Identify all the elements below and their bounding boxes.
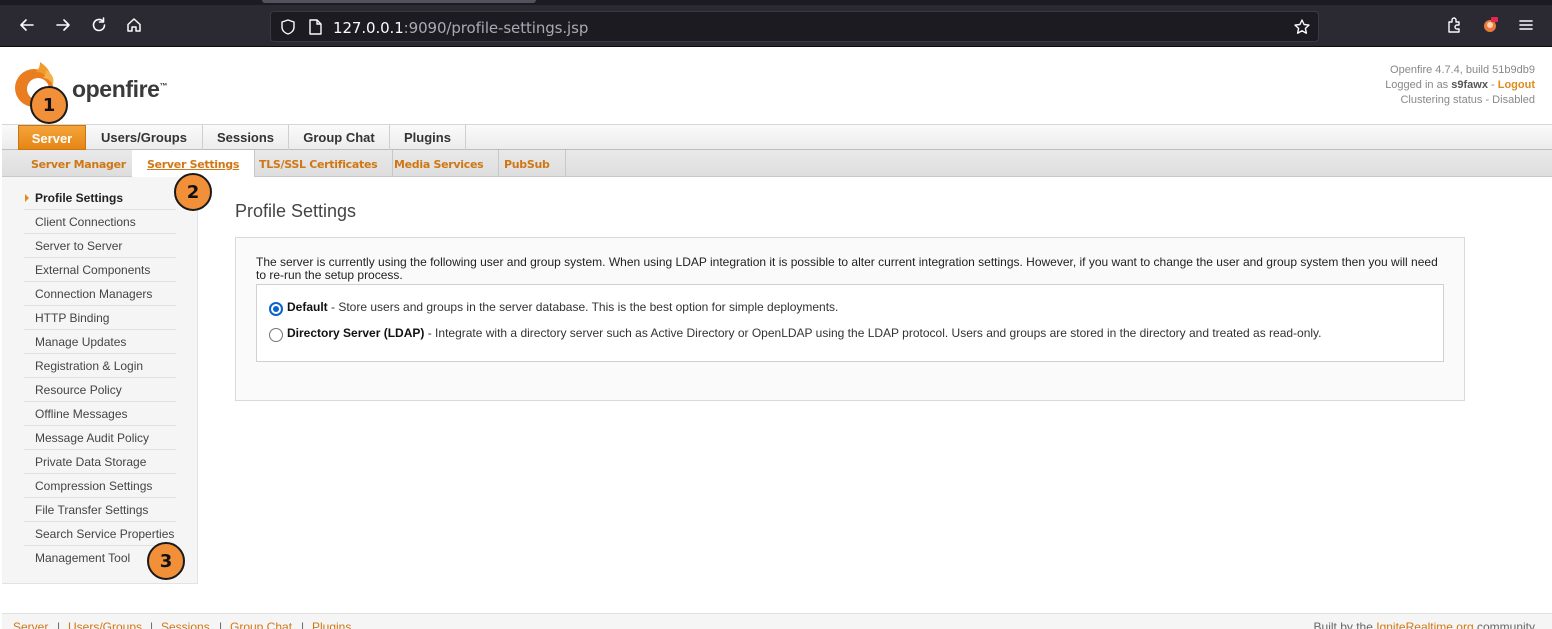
footer-link-server[interactable]: Server	[13, 620, 48, 629]
extensions-icon[interactable]	[1441, 12, 1467, 38]
home-icon[interactable]	[121, 12, 147, 38]
forward-icon[interactable]	[50, 12, 76, 38]
footer-link-users-groups[interactable]: Users/Groups	[68, 620, 142, 629]
footer-separator: |	[57, 620, 61, 629]
footer-separator: |	[219, 620, 223, 629]
page-title: Profile Settings	[235, 201, 357, 221]
clustering-status: Clustering status - Disabled	[1400, 94, 1535, 106]
footer-separator: |	[301, 620, 305, 629]
profile-settings-panel: The server is currently using the follow…	[235, 237, 1465, 401]
browser-tab[interactable]	[262, 0, 536, 3]
footer-separator: |	[150, 620, 154, 629]
tab-sessions[interactable]: Sessions	[203, 125, 289, 150]
sidebar-item-registration-login[interactable]: Registration & Login	[24, 354, 176, 378]
option-default-label: Default	[287, 300, 328, 314]
marker-2: 2	[174, 173, 212, 211]
menu-icon[interactable]	[1513, 12, 1539, 38]
option-ldap-label: Directory Server (LDAP)	[287, 326, 425, 340]
subtab-pubsub[interactable]: PubSub	[489, 150, 566, 177]
sidebar-item-server-to-server[interactable]: Server to Server	[24, 234, 176, 258]
igniterealtime-link[interactable]: IgniteRealtime.org	[1376, 620, 1473, 629]
footer-link-sessions[interactable]: Sessions	[161, 620, 210, 629]
sub-tab-bar: Server Manager Server Settings TLS/SSL C…	[2, 150, 1552, 177]
subtab-server-manager[interactable]: Server Manager	[16, 150, 142, 177]
description-text: The server is currently using the follow…	[256, 255, 1438, 282]
logout-link[interactable]: Logout	[1498, 79, 1535, 91]
main-tab-bar: Server Users/Groups Sessions Group Chat …	[2, 124, 1552, 150]
url-text[interactable]: 127.0.0.1:9090/profile-settings.jsp	[333, 19, 588, 37]
tab-group-chat[interactable]: Group Chat	[289, 125, 390, 150]
footer-link-group-chat[interactable]: Group Chat	[230, 620, 292, 629]
profile-avatar-icon[interactable]	[1477, 12, 1503, 38]
option-ldap-desc: - Integrate with a directory server such…	[424, 326, 1322, 340]
tab-users-groups[interactable]: Users/Groups	[86, 125, 203, 150]
subtab-tls-ssl-certificates[interactable]: TLS/SSL Certificates	[244, 150, 394, 177]
page-icon[interactable]	[306, 18, 324, 36]
sidebar-item-connection-managers[interactable]: Connection Managers	[24, 282, 176, 306]
url-bar[interactable]: 127.0.0.1:9090/profile-settings.jsp	[270, 11, 1319, 42]
sidebar-item-external-components[interactable]: External Components	[24, 258, 176, 282]
bookmark-star-icon[interactable]	[1293, 18, 1311, 36]
tab-strip	[0, 0, 1552, 5]
subtab-media-services[interactable]: Media Services	[379, 150, 500, 177]
sidebar-item-message-audit-policy[interactable]: Message Audit Policy	[24, 426, 176, 450]
sidebar-item-http-binding[interactable]: HTTP Binding	[24, 306, 176, 330]
tab-server[interactable]: Server	[18, 125, 86, 150]
username-label: s9fawx	[1451, 79, 1488, 91]
tab-plugins[interactable]: Plugins	[390, 125, 466, 150]
sidebar-item-manage-updates[interactable]: Manage Updates	[24, 330, 176, 354]
back-icon[interactable]	[14, 12, 40, 38]
marker-1: 1	[30, 86, 68, 124]
sidebar-item-profile-settings[interactable]: Profile Settings	[24, 186, 176, 210]
app-header: openfire™ Openfire 4.7.4, build 51b9db9 …	[2, 48, 1552, 124]
sidebar-item-resource-policy[interactable]: Resource Policy	[24, 378, 176, 402]
sidebar-item-offline-messages[interactable]: Offline Messages	[24, 402, 176, 426]
sidebar-item-client-connections[interactable]: Client Connections	[24, 210, 176, 234]
sidebar-item-private-data-storage[interactable]: Private Data Storage	[24, 450, 176, 474]
sidebar: Profile Settings Client Connections Serv…	[2, 177, 198, 584]
footer-credit: Built by the IgniteRealtime.org communit…	[1314, 620, 1535, 629]
reload-icon[interactable]	[86, 12, 112, 38]
footer-link-plugins[interactable]: Plugins	[312, 620, 351, 629]
shield-icon[interactable]	[279, 18, 297, 36]
user-system-options: Default - Store users and groups in the …	[256, 284, 1444, 362]
server-info: Openfire 4.7.4, build 51b9db9 Logged in …	[1385, 63, 1535, 108]
version-label: Openfire 4.7.4, build 51b9db9	[1390, 64, 1535, 76]
default-radio[interactable]	[269, 302, 283, 316]
sidebar-item-compression-settings[interactable]: Compression Settings	[24, 474, 176, 498]
ldap-radio[interactable]	[269, 328, 283, 342]
sidebar-item-file-transfer-settings[interactable]: File Transfer Settings	[24, 498, 176, 522]
browser-toolbar: 127.0.0.1:9090/profile-settings.jsp	[0, 0, 1552, 47]
marker-3: 3	[147, 542, 185, 580]
logo-text: openfire™	[72, 76, 168, 102]
sidebar-item-search-service-properties[interactable]: Search Service Properties	[24, 522, 176, 546]
login-info: Logged in as s9fawx - Logout	[1385, 79, 1535, 91]
option-default-desc: - Store users and groups in the server d…	[327, 300, 839, 314]
